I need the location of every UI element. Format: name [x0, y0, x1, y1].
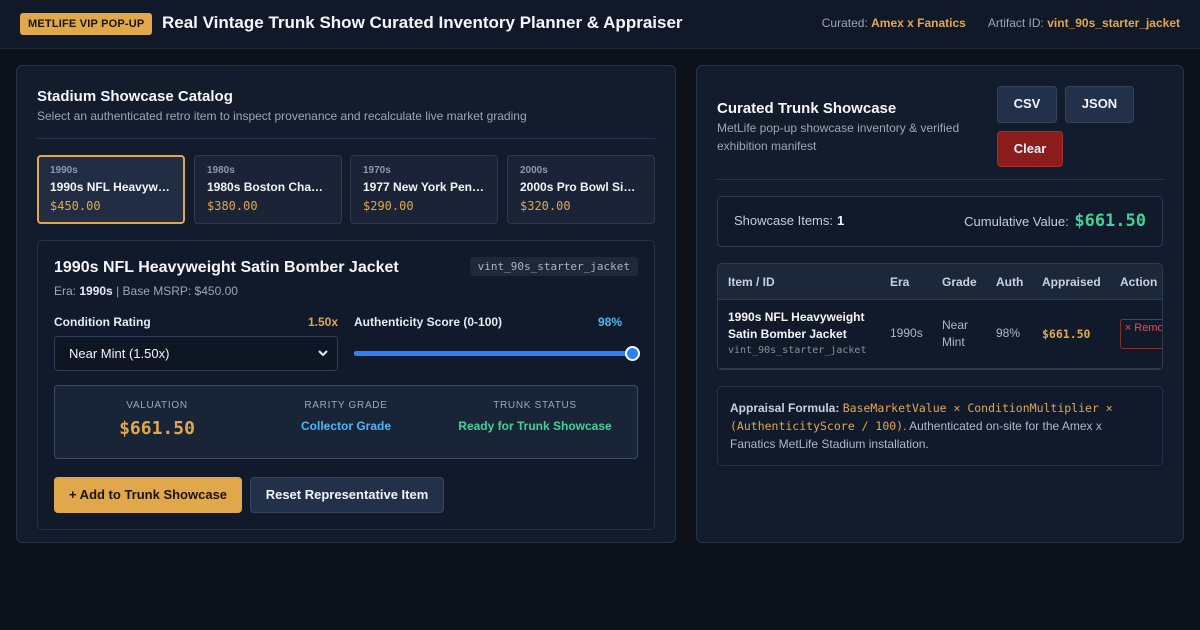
status-value: Ready for Trunk Showcase — [458, 419, 612, 433]
header-meta: Curated: Amex x Fanatics Artifact ID: vi… — [822, 16, 1180, 30]
card-era: 2000s — [520, 165, 548, 176]
rarity-label: RARITY GRADE — [304, 400, 388, 411]
condition-select-value: Near Mint (1.50x) — [69, 346, 170, 361]
col-era: Era — [890, 275, 910, 289]
slider-thumb[interactable] — [625, 346, 641, 361]
appraisal-stats: VALUATION $661.50 RARITY GRADE Collector… — [54, 385, 638, 459]
catalog-panel: Stadium Showcase Catalog Select an authe… — [16, 65, 676, 543]
row-grade: Near Mint — [942, 318, 969, 349]
item-title: 1990s NFL Heavyweight Satin Bomber Jacke… — [54, 259, 399, 276]
valuation-value: $661.50 — [119, 418, 195, 439]
condition-select[interactable]: Near Mint (1.50x) — [54, 336, 338, 371]
card-era: 1980s — [207, 165, 235, 176]
col-grade: Grade — [942, 275, 977, 289]
app-title: Real Vintage Trunk Show Curated Inventor… — [162, 13, 683, 32]
formula-label: Appraisal Formula: — [730, 401, 840, 415]
msrp-text: | Base MSRP: $450.00 — [116, 284, 238, 298]
row-item-id: vint_90s_starter_jacket — [728, 345, 867, 356]
card-price: $450.00 — [50, 199, 101, 213]
slider-fill — [354, 351, 633, 356]
catalog-card-1980s[interactable]: 1980s 1980s Boston Champions Hoodie $380… — [194, 155, 342, 224]
item-meta: Era: 1990s | Base MSRP: $450.00 — [54, 284, 238, 298]
cumulative-label: Cumulative Value: — [964, 214, 1069, 229]
showcase-subtitle: MetLife pop-up showcase inventory & veri… — [717, 121, 960, 153]
card-era: 1990s — [50, 165, 78, 176]
card-name: 2000s Pro Bowl Signed Jersey — [520, 180, 642, 194]
catalog-title: Stadium Showcase Catalog — [37, 88, 233, 105]
era-label: Era: — [54, 284, 77, 298]
authenticity-slider[interactable] — [354, 345, 641, 361]
clear-showcase-button[interactable]: Clear — [997, 131, 1063, 167]
condition-label: Condition Rating — [54, 315, 151, 329]
table-header: Item / ID Era Grade Auth Appraised Actio… — [718, 264, 1162, 300]
artifact-label: Artifact ID: — [987, 16, 1044, 30]
showcase-summary: Showcase Items: 1 Cumulative Value: $661.… — [717, 196, 1163, 247]
card-name: 1990s NFL Heavyweight Satin Bomber Jacke… — [50, 180, 172, 194]
catalog-divider — [37, 138, 655, 139]
cumulative-value: $661.50 — [1074, 211, 1146, 231]
appraisal-formula-note: Appraisal Formula: BaseMarketValue × Con… — [717, 386, 1163, 466]
export-csv-button[interactable]: CSV — [997, 86, 1057, 123]
valuation-label: VALUATION — [126, 400, 188, 411]
showcase-divider — [717, 179, 1163, 180]
showcase-title: Curated Trunk Showcase — [717, 100, 897, 117]
catalog-card-1990s[interactable]: 1990s 1990s NFL Heavyweight Satin Bomber… — [37, 155, 185, 224]
authenticity-label: Authenticity Score (0-100) — [354, 315, 503, 329]
card-price: $380.00 — [207, 199, 258, 213]
row-appraised: $661.50 — [1042, 327, 1091, 341]
artifact-value: vint_90s_starter_jacket — [1047, 16, 1180, 30]
add-to-showcase-button[interactable]: + Add to Trunk Showcase — [54, 477, 242, 513]
item-id-tag: vint_90s_starter_jacket — [469, 257, 638, 276]
vip-badge: METLIFE VIP POP-UP — [20, 13, 153, 35]
era-value: 1990s — [79, 284, 113, 298]
items-count: 1 — [837, 213, 845, 228]
catalog-subtitle: Select an authenticated retro item to in… — [37, 109, 527, 123]
row-auth: 98% — [996, 326, 1021, 340]
reset-item-button[interactable]: Reset Representative Item — [250, 477, 444, 513]
items-label: Showcase Items: — [734, 213, 833, 228]
showcase-table: Item / ID Era Grade Auth Appraised Actio… — [717, 263, 1163, 370]
authenticity-value: 98% — [598, 315, 623, 329]
col-item: Item / ID — [728, 275, 775, 289]
card-name: 1977 New York Pennant — [363, 180, 485, 194]
condition-multiplier: 1.50x — [308, 315, 339, 329]
catalog-card-1970s[interactable]: 1970s 1977 New York Pennant $290.00 — [350, 155, 498, 224]
chevron-down-icon — [317, 337, 329, 384]
catalog-card-2000s[interactable]: 2000s 2000s Pro Bowl Signed Jersey $320.… — [507, 155, 655, 224]
card-name: 1980s Boston Champions Hoodie — [207, 180, 329, 194]
card-era: 1970s — [363, 165, 391, 176]
card-price: $320.00 — [520, 199, 571, 213]
top-header: METLIFE VIP POP-UP Real Vintage Trunk Sh… — [0, 0, 1200, 49]
status-label: TRUNK STATUS — [493, 400, 577, 411]
rarity-stat: RARITY GRADE Collector Grade — [249, 400, 443, 433]
export-json-button[interactable]: JSON — [1065, 86, 1134, 123]
status-stat: TRUNK STATUS Ready for Trunk Showcase — [438, 400, 632, 433]
col-auth: Auth — [996, 275, 1024, 289]
cumulative-block: Cumulative Value: $661.50 — [964, 211, 1146, 231]
row-item-name: 1990s NFL Heavyweight Satin Bomber Jacke… — [728, 310, 865, 341]
rarity-value: Collector Grade — [300, 419, 392, 433]
item-detail-card: 1990s NFL Heavyweight Satin Bomber Jacke… — [37, 240, 655, 530]
valuation-stat: VALUATION $661.50 — [60, 400, 254, 439]
table-row: 1990s NFL Heavyweight Satin Bomber Jacke… — [718, 300, 1162, 369]
col-appraised: Appraised — [1042, 275, 1101, 289]
showcase-panel: Curated Trunk Showcase MetLife pop-up sh… — [696, 65, 1184, 543]
col-action: Action — [1120, 275, 1158, 289]
row-era: 1990s — [890, 326, 923, 340]
items-count-block: Showcase Items: 1 — [734, 213, 844, 228]
curated-label: Curated: — [821, 16, 868, 30]
remove-item-button[interactable]: × Remove — [1120, 319, 1162, 349]
card-price: $290.00 — [363, 199, 414, 213]
curated-value: Amex x Fanatics — [871, 16, 966, 30]
